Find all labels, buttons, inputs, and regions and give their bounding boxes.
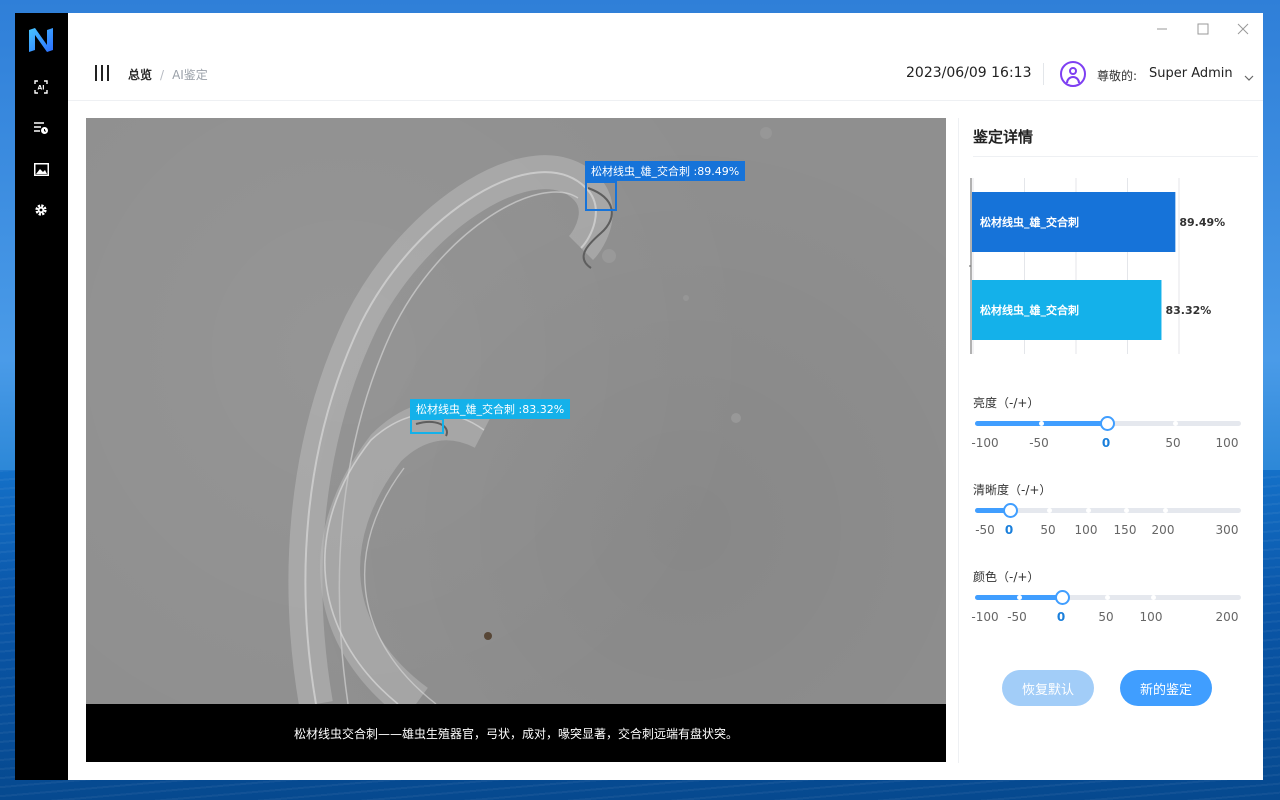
slider-tick: 100 — [1074, 523, 1098, 537]
detection-box[interactable] — [410, 418, 444, 434]
slider-stop — [1163, 508, 1168, 513]
ai-scan-icon[interactable]: AI — [31, 77, 51, 97]
slider-stop — [1173, 421, 1178, 426]
slider-thumb[interactable] — [1100, 416, 1115, 431]
slider-tick: 300 — [1215, 523, 1239, 537]
slider-tick: -50 — [1007, 610, 1027, 624]
slider-tick-active: 0 — [1004, 523, 1014, 537]
main-area: 总览 / AI鉴定 2023/06/09 16:13 尊敬的: Super Ad… — [68, 13, 1263, 780]
confidence-chart: 松材线虫_雄_交合刺 89.49% 松材线虫_雄_交合刺 83.32% — [969, 178, 1225, 354]
sharpness-label: 清晰度（-/+） — [973, 483, 1052, 497]
slider-stop — [1124, 508, 1129, 513]
brightness-slider-group: 亮度（-/+） -100 -50 0 50 100 — [971, 394, 1248, 450]
slider-tick: 100 — [1139, 610, 1163, 624]
chart-category-label: 松材线虫_雄_交合刺 — [980, 215, 1079, 229]
slider-tick-active: 0 — [1101, 436, 1111, 450]
slider-stop — [1017, 595, 1022, 600]
caption-text: 松材线虫交合刺——雄虫生殖器官，弓状，成对，喙突显著，交合刺远端有盘状突。 — [293, 726, 738, 741]
user-avatar-icon[interactable] — [1060, 61, 1086, 87]
sharpness-slider[interactable] — [975, 503, 1241, 518]
slider-tick: 100 — [1215, 436, 1239, 450]
slider-thumb[interactable] — [1003, 503, 1018, 518]
close-icon[interactable] — [1236, 21, 1250, 35]
menu-toggle-button[interactable] — [95, 65, 109, 81]
sharpness-slider-group: 清晰度（-/+） -50 0 50 100 150 200 300 — [973, 481, 1248, 537]
image-caption: 松材线虫交合刺——雄虫生殖器官，弓状，成对，喙突显著，交合刺远端有盘状突。 — [86, 704, 946, 762]
slider-stop — [1086, 508, 1091, 513]
history-list-icon[interactable] — [31, 118, 51, 138]
breadcrumb-separator: / — [160, 67, 165, 82]
panel-title: 鉴定详情 — [973, 128, 1034, 146]
chevron-down-icon[interactable] — [1244, 68, 1254, 81]
image-viewer[interactable]: 松材线虫_雄_交合刺 :89.49% 松材线虫_雄_交合刺 :83.32% — [86, 118, 946, 704]
new-identification-button[interactable]: 新的鉴定 — [1120, 670, 1212, 706]
slider-tick: -50 — [975, 523, 995, 537]
slider-thumb[interactable] — [1055, 590, 1070, 605]
app-window: AI 总览 / AI鉴定 2023/06/09 16:13 尊敬的: Super… — [15, 13, 1263, 780]
slider-tick: 50 — [1165, 436, 1181, 450]
slider-stop — [1151, 595, 1156, 600]
breadcrumb: 总览 / AI鉴定 — [128, 66, 208, 83]
color-slider-group: 颜色（-/+） -100 -50 0 50 100 200 — [971, 568, 1248, 624]
top-header: 总览 / AI鉴定 2023/06/09 16:13 尊敬的: Super Ad… — [68, 53, 1263, 101]
detection-box[interactable] — [585, 181, 617, 211]
slider-tick: -100 — [971, 436, 999, 450]
maximize-icon[interactable] — [1196, 21, 1210, 35]
chart-value-label: 83.32% — [1165, 304, 1211, 317]
slider-stop — [1039, 421, 1044, 426]
breadcrumb-current: AI鉴定 — [172, 68, 208, 82]
brightness-slider[interactable] — [975, 416, 1241, 431]
header-divider — [1043, 63, 1044, 85]
image-icon[interactable] — [31, 159, 51, 179]
detail-panel: 鉴定详情 松材线虫_雄_交合刺 89.49% 松材线虫_雄_交合刺 83.32% 亮度… — [958, 118, 1263, 763]
panel-title-divider — [973, 156, 1258, 157]
slider-tick: 200 — [1151, 523, 1175, 537]
user-greeting: 尊敬的: — [1097, 69, 1138, 83]
slider-stop — [1105, 595, 1110, 600]
breadcrumb-home[interactable]: 总览 — [128, 66, 152, 83]
slider-tick-active: 0 — [1056, 610, 1066, 624]
menu-bar — [95, 65, 97, 81]
user-name[interactable]: Super Admin — [1149, 66, 1233, 81]
minimize-icon[interactable] — [1155, 21, 1169, 35]
brightness-label: 亮度（-/+） — [973, 396, 1040, 410]
slider-tick: -100 — [971, 610, 999, 624]
reset-default-button[interactable]: 恢复默认 — [1002, 670, 1094, 706]
detection-label: 松材线虫_雄_交合刺 :89.49% — [585, 161, 746, 181]
slider-tick: -50 — [1029, 436, 1049, 450]
menu-bar — [107, 65, 109, 81]
current-datetime: 2023/06/09 16:13 — [906, 65, 1032, 81]
slider-tick: 50 — [1098, 610, 1114, 624]
slider-tick: 200 — [1215, 610, 1239, 624]
detection-label: 松材线虫_雄_交合刺 :83.32% — [410, 399, 571, 419]
slider-tick: 150 — [1113, 523, 1137, 537]
sidebar: AI — [15, 13, 68, 780]
color-slider[interactable] — [975, 590, 1241, 605]
menu-bar — [101, 65, 103, 81]
color-label: 颜色（-/+） — [973, 570, 1040, 584]
slider-tick: 50 — [1040, 523, 1056, 537]
chart-category-label: 松材线虫_雄_交合刺 — [980, 303, 1079, 317]
chart-value-label: 89.49% — [1179, 216, 1225, 229]
slider-stop — [1047, 508, 1052, 513]
app-logo-icon — [26, 25, 56, 55]
gear-icon[interactable] — [31, 200, 51, 220]
svg-text:AI: AI — [38, 85, 45, 92]
